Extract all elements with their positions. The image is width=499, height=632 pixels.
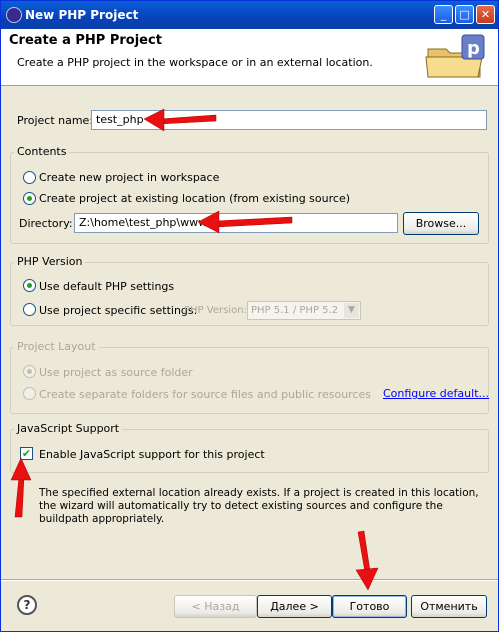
button-bar-separator — [1, 579, 498, 581]
minimize-button[interactable]: _ — [434, 5, 453, 24]
php-version-value: PHP 5.1 / PHP 5.2 — [251, 305, 339, 316]
back-button[interactable]: < Назад — [174, 595, 257, 618]
create-new-project-label: Create new project in workspace — [39, 171, 220, 184]
cancel-button[interactable]: Отменить — [411, 595, 487, 618]
configure-default-link[interactable]: Configure default... — [383, 387, 489, 400]
use-default-php-radio[interactable] — [23, 279, 36, 292]
finish-button[interactable]: Готово — [332, 595, 407, 618]
php-version-group-title: PHP Version — [14, 255, 86, 268]
info-message: The specified external location already … — [39, 487, 479, 525]
window-title: New PHP Project — [25, 8, 139, 22]
use-source-folder-radio[interactable] — [23, 365, 36, 378]
use-specific-php-radio[interactable] — [23, 303, 36, 316]
next-button[interactable]: Далее > — [257, 595, 332, 618]
project-layout-group: Project Layout — [10, 340, 489, 414]
separate-folders-label: Create separate folders for source files… — [39, 388, 371, 401]
php-version-label: PHP Version: — [184, 305, 247, 316]
maximize-button[interactable]: □ — [455, 5, 474, 24]
new-php-project-dialog: New PHP Project _ □ ✕ Create a PHP Proje… — [0, 0, 499, 632]
directory-label: Directory: — [19, 217, 73, 230]
directory-input[interactable]: Z:\home\test_php\www — [74, 213, 398, 233]
svg-text:p: p — [467, 38, 480, 59]
page-title: Create a PHP Project — [9, 33, 162, 48]
check-icon[interactable]: ✔ — [20, 447, 33, 460]
php-project-folder-icon: p — [425, 34, 485, 78]
eclipse-app-icon — [6, 7, 22, 23]
chevron-down-icon: ▼ — [344, 303, 359, 318]
close-button[interactable]: ✕ — [476, 5, 495, 24]
create-new-project-radio[interactable] — [23, 171, 36, 184]
help-icon[interactable]: ? — [17, 595, 37, 615]
separate-folders-radio[interactable] — [23, 387, 36, 400]
create-existing-location-radio[interactable] — [23, 192, 36, 205]
project-name-label: Project name: — [17, 114, 94, 127]
project-layout-group-title: Project Layout — [14, 340, 99, 353]
page-description: Create a PHP project in the workspace or… — [17, 56, 373, 69]
javascript-support-group-title: JavaScript Support — [14, 422, 123, 435]
title-bar: New PHP Project _ □ ✕ — [1, 1, 498, 29]
browse-button[interactable]: Browse... — [403, 212, 479, 235]
use-default-php-label: Use default PHP settings — [39, 280, 175, 293]
use-specific-php-label: Use project specific settings: — [39, 304, 198, 317]
contents-group-title: Contents — [14, 145, 70, 158]
wizard-header: Create a PHP Project Create a PHP projec… — [1, 29, 498, 86]
project-name-input[interactable]: test_php — [91, 110, 487, 130]
create-existing-location-label: Create project at existing location (fro… — [39, 192, 351, 205]
enable-javascript-label: Enable JavaScript support for this proje… — [39, 448, 265, 461]
use-source-folder-label: Use project as source folder — [39, 366, 193, 379]
php-version-select[interactable]: PHP 5.1 / PHP 5.2 ▼ — [247, 301, 361, 320]
